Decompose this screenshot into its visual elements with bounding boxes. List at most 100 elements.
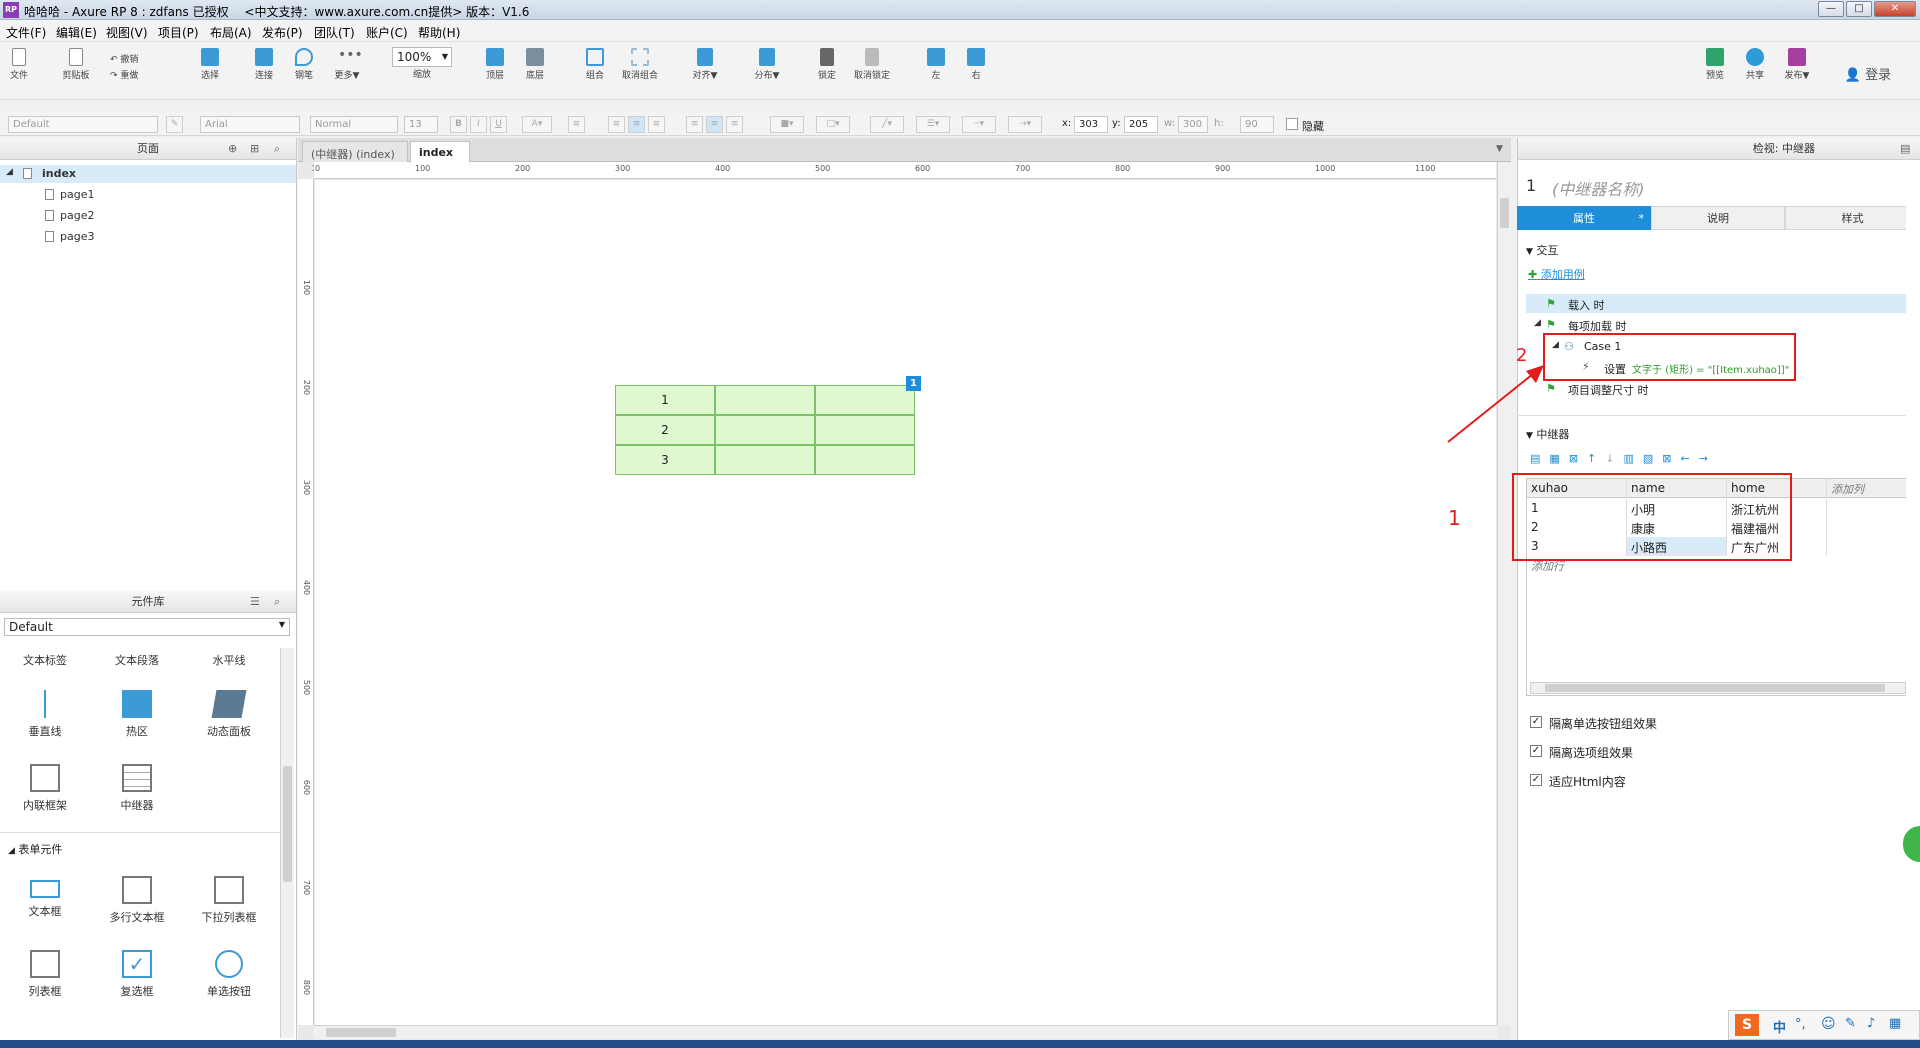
align-left-icon[interactable]: ≡ — [608, 116, 625, 133]
ime-logo-icon[interactable]: S — [1735, 1014, 1759, 1036]
chevron-down-icon[interactable]: ▼ — [1496, 144, 1503, 154]
move-down-icon[interactable]: ↓ — [1605, 452, 1623, 465]
preview-button[interactable]: 预览 — [1700, 42, 1730, 81]
share-button[interactable]: 共享 — [1740, 42, 1770, 81]
isolate-radio-checkbox[interactable]: ✓ — [1530, 716, 1542, 728]
ungroup-button[interactable]: 取消组合 — [616, 42, 664, 81]
menu-file[interactable]: 文件(F) — [6, 24, 46, 41]
menu-project[interactable]: 项目(P) — [158, 24, 199, 41]
ime-punct[interactable]: °, — [1795, 1017, 1806, 1032]
minimize-button[interactable]: — — [1818, 1, 1844, 17]
repeater-cell-xuhao[interactable]: 3 — [615, 445, 715, 475]
design-canvas[interactable] — [315, 180, 1496, 1025]
inspector-scrollbar[interactable] — [1906, 162, 1920, 1040]
repeater-cell[interactable] — [815, 445, 915, 475]
lib-hline[interactable]: 水平线 — [189, 652, 269, 668]
add-case-link[interactable]: ✚ 添加用例 — [1528, 266, 1585, 282]
tab-repeater-index[interactable]: (中继器) (index) ✕ — [302, 141, 408, 175]
insert-column-icon[interactable]: ▥ — [1623, 452, 1642, 465]
menu-help[interactable]: 帮助(H) — [418, 24, 460, 41]
repeater-cell-xuhao[interactable]: 1 — [615, 385, 715, 415]
add-row-icon[interactable]: ▦ — [1549, 452, 1568, 465]
pen-icon[interactable]: ✎ — [1845, 1016, 1856, 1031]
search-icon[interactable]: ⌕ — [274, 138, 280, 160]
delete-column-icon[interactable]: ⊠ — [1662, 452, 1680, 465]
align-button[interactable]: 对齐▼ — [688, 42, 722, 81]
fill-color-icon[interactable]: ■▾ — [770, 116, 804, 133]
shadow-icon[interactable]: □▾ — [816, 116, 850, 133]
italic-icon[interactable]: I — [470, 116, 487, 133]
interaction-badge[interactable]: 1 — [906, 376, 921, 391]
left-panel-toggle[interactable]: 左 — [924, 42, 948, 81]
microphone-icon[interactable]: ♪ — [1867, 1016, 1875, 1031]
publish-button[interactable]: 发布▼ — [1780, 42, 1814, 81]
lib-listbox[interactable]: 列表框 — [5, 950, 85, 999]
login-button[interactable]: 👤 登录 — [1840, 64, 1896, 83]
scroll-thumb[interactable] — [326, 1028, 396, 1037]
lib-paragraph[interactable]: 文本段落 — [97, 652, 177, 668]
tab-notes[interactable]: 说明 — [1651, 206, 1785, 230]
repeater-cell[interactable] — [715, 445, 815, 475]
right-panel-toggle[interactable]: 右 — [964, 42, 988, 81]
event-on-item-load[interactable]: ◢ ⚑ 每项加载 时 — [1526, 315, 1910, 334]
menu-layout[interactable]: 布局(A) — [210, 24, 252, 41]
lib-textbox[interactable]: 文本框 — [5, 876, 85, 919]
select-button[interactable]: 选择 — [196, 42, 224, 81]
library-scrollbar[interactable] — [280, 648, 294, 1038]
fit-html-checkbox[interactable]: ✓ — [1530, 774, 1542, 786]
unlock-button[interactable]: 取消锁定 — [850, 42, 894, 81]
isolate-selection-checkbox[interactable]: ✓ — [1530, 745, 1542, 757]
add-column-cell[interactable]: 添加列 — [1827, 479, 1907, 498]
tab-style[interactable]: 样式 — [1785, 206, 1920, 230]
tab-properties[interactable]: 属性 * — [1517, 206, 1651, 230]
repeater-cell[interactable] — [715, 385, 815, 415]
font-select[interactable]: Arial — [200, 116, 300, 133]
move-left-icon[interactable]: ← — [1681, 452, 1699, 465]
undo-button[interactable]: ↶ 撤销 — [110, 52, 150, 65]
lib-repeater[interactable]: 中继器 — [97, 764, 177, 813]
zoom-control[interactable]: 100% ▼ 缩放 — [392, 47, 452, 80]
form-section-toggle[interactable]: ◢ 表单元件 — [8, 841, 62, 857]
valign-bottom-icon[interactable]: ≡ — [726, 116, 743, 133]
lib-text-label[interactable]: 文本标签 — [5, 652, 85, 668]
tab-index[interactable]: index ✕ — [410, 141, 470, 172]
hide-checkbox[interactable] — [1286, 118, 1298, 130]
style-select[interactable]: Default — [8, 116, 158, 133]
menu-account[interactable]: 账户(C) — [366, 24, 408, 41]
pen-button[interactable]: 钢笔 — [290, 42, 318, 81]
delete-row-icon[interactable]: ⊠ — [1569, 452, 1587, 465]
interaction-section-toggle[interactable]: ▼ 交互 — [1526, 242, 1558, 258]
align-center-icon[interactable]: ≡ — [628, 116, 645, 133]
page-row-page2[interactable]: page2 — [45, 209, 94, 222]
repeater-cell[interactable] — [815, 415, 915, 445]
repeater-cell-xuhao[interactable]: 2 — [615, 415, 715, 445]
bold-icon[interactable]: B — [450, 116, 467, 133]
lib-vline[interactable]: 垂直线 — [5, 690, 85, 739]
weight-select[interactable]: Normal — [310, 116, 398, 133]
zoom-select[interactable]: 100% ▼ — [392, 47, 452, 67]
send-back-button[interactable]: 底层 — [520, 42, 550, 81]
scroll-thumb[interactable] — [283, 766, 292, 882]
menu-icon[interactable]: ☰ — [250, 591, 260, 613]
group-button[interactable]: 组合 — [580, 42, 610, 81]
grid-icon[interactable]: ▦ — [1889, 1016, 1901, 1031]
line-color-icon[interactable]: ╱▾ — [870, 116, 904, 133]
lib-checkbox[interactable]: ✓ 复选框 — [97, 950, 177, 999]
emoji-icon[interactable]: ☺ — [1821, 1016, 1836, 1032]
insert-row-icon[interactable]: ▤ — [1530, 452, 1549, 465]
align-right-icon[interactable]: ≡ — [648, 116, 665, 133]
line-width-icon[interactable]: ☰▾ — [916, 116, 950, 133]
dataset-hscrollbar[interactable] — [1530, 682, 1906, 694]
connect-button[interactable]: 连接 — [250, 42, 278, 81]
font-color-icon[interactable]: A▾ — [522, 116, 552, 133]
x-input[interactable]: 303 — [1074, 116, 1108, 133]
lib-inline-frame[interactable]: 内联框架 — [5, 764, 85, 813]
distribute-button[interactable]: 分布▼ — [750, 42, 784, 81]
repeater-cell[interactable] — [815, 385, 915, 415]
lock-button[interactable]: 锁定 — [812, 42, 842, 81]
add-page-icon[interactable]: ⊕ — [228, 138, 237, 160]
lib-dropdown[interactable]: 下拉列表框 — [189, 876, 269, 925]
more-button[interactable]: ••• 更多▼ — [330, 42, 364, 81]
move-right-icon[interactable]: → — [1699, 452, 1717, 465]
menu-view[interactable]: 视图(V) — [106, 24, 148, 41]
